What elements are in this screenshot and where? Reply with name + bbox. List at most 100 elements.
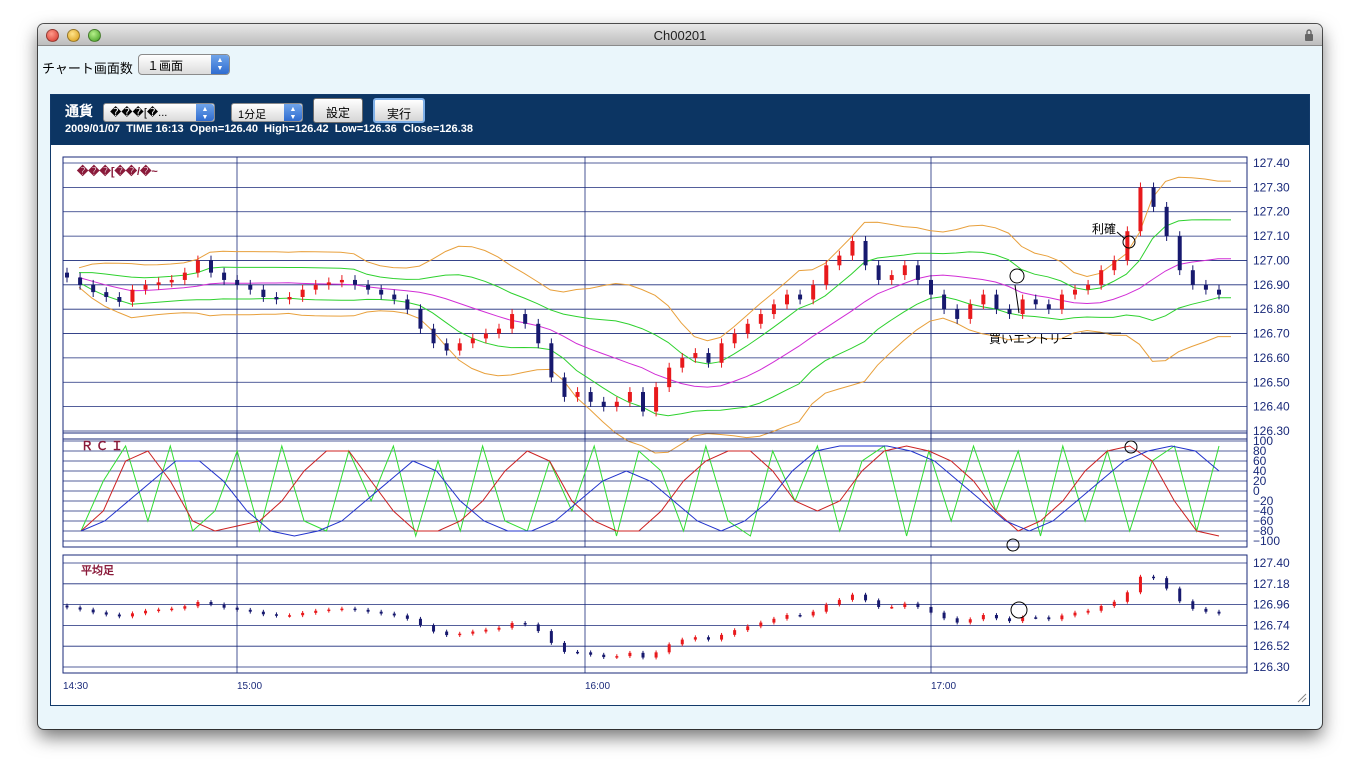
ha-candle [903, 603, 907, 607]
ha-tick-label: 127.18 [1253, 577, 1290, 591]
price-candle [1099, 270, 1104, 285]
ha-candle [968, 619, 972, 623]
chart-count-select[interactable]: １画面 ▲ ▼ [138, 54, 230, 75]
currency-label: 通貨 [65, 103, 93, 119]
app-window: Ch00201 チャート画面数 １画面 ▲ ▼ 通貨 ���[�... ▲ ▼ 1分… [38, 24, 1322, 729]
ha-candle [667, 644, 671, 653]
price-candle [300, 289, 305, 297]
price-candle [143, 284, 148, 290]
price-candle [1020, 299, 1025, 315]
price-candle [1033, 299, 1038, 305]
chevron-updown-icon: ▲ ▼ [211, 55, 229, 74]
ha-candle [104, 612, 108, 615]
price-candle [353, 279, 357, 285]
price-candle [955, 309, 960, 319]
ha-candle [877, 600, 881, 607]
rci-panel-title: ＲＣＩ [81, 439, 126, 453]
ohlc-info-line: 2009/01/07 TIME 16:13 Open=126.40 High=1… [65, 123, 473, 135]
price-candle [248, 284, 253, 290]
price-candle [1164, 206, 1169, 237]
ha-candle [1112, 601, 1116, 607]
ha-candle [1047, 617, 1051, 620]
ha-candle [733, 630, 737, 635]
ha-candle [379, 611, 383, 614]
price-tick-label: 126.90 [1253, 278, 1290, 292]
ha-candle [314, 610, 318, 613]
ha-candle [536, 624, 540, 632]
currency-select-value: ���[�... [110, 107, 168, 119]
price-candle [392, 294, 397, 300]
ha-candle [628, 652, 632, 657]
ha-candle [91, 609, 95, 613]
ha-tick-label: 126.52 [1253, 639, 1290, 653]
ha-candle [1217, 611, 1221, 614]
ha-candle [209, 602, 213, 605]
info-open: Open=126.40 [189, 123, 258, 135]
price-candle [981, 294, 986, 305]
timeframe-select[interactable]: 1分足 ▲ ▼ [231, 103, 303, 122]
ha-candle [366, 609, 370, 612]
ha-candle [785, 615, 789, 619]
info-time: TIME 16:13 [126, 123, 184, 135]
title-bar[interactable]: Ch00201 [38, 24, 1322, 46]
price-candle [1112, 260, 1117, 271]
chart-canvas[interactable]: 127.40 127.30 127.20 127.10 127.00 126.90 126.… [51, 145, 1309, 705]
ha-candle [418, 618, 422, 626]
price-candle [785, 294, 789, 305]
ha-candle [65, 605, 69, 608]
price-candle [994, 294, 999, 310]
ha-candle [680, 639, 684, 645]
price-tick-label: 126.40 [1253, 400, 1290, 414]
price-candle [182, 272, 187, 280]
ha-candle [157, 609, 161, 612]
ha-candle [1165, 578, 1169, 589]
price-tick-label: 126.70 [1253, 327, 1290, 341]
ha-candle [340, 608, 344, 611]
price-candle [771, 304, 776, 315]
price-candle [457, 343, 462, 351]
ha-candle [183, 606, 187, 609]
run-button[interactable]: 実行 [373, 98, 425, 123]
price-tick-label: 126.60 [1253, 351, 1290, 365]
price-candle [641, 392, 645, 412]
price-candle [261, 289, 266, 297]
ha-candle [981, 615, 985, 620]
info-date: 2009/01/07 [65, 123, 121, 135]
settings-button[interactable]: 設定 [313, 98, 363, 123]
ha-candle [170, 608, 174, 611]
price-candle [1177, 236, 1182, 271]
price-candle [536, 323, 541, 344]
price-candle [104, 292, 109, 297]
take-profit-arrow-icon [1116, 231, 1126, 240]
price-candle [431, 328, 436, 344]
chart-header: 通貨 ���[�... ▲ ▼ 1分足 ▲ ▼ 設定 実行 2009/01/07 T… [51, 95, 1309, 145]
price-candle [719, 343, 724, 363]
ha-candle [458, 633, 462, 636]
ha-candle [994, 615, 998, 619]
price-candle [339, 279, 344, 283]
moving-average-line [78, 258, 1231, 388]
resize-grip-icon[interactable] [1295, 691, 1307, 703]
price-candle [758, 314, 763, 324]
info-close: Close=126.38 [402, 123, 473, 135]
price-candle [627, 392, 632, 402]
ha-candle [942, 612, 946, 619]
ha-candle [235, 607, 239, 610]
ha-candle [890, 606, 894, 609]
ha-candle [117, 614, 121, 617]
rci-frame [62, 432, 1248, 548]
ha-candle [510, 623, 514, 628]
ha-candle [78, 607, 82, 610]
info-high: High=126.42 [264, 123, 329, 135]
chart-area[interactable]: 127.40 127.30 127.20 127.10 127.00 126.90 126.… [51, 145, 1309, 705]
price-candle [850, 240, 855, 256]
ha-candle [1034, 617, 1038, 619]
price-candle [575, 392, 580, 397]
ha-tick-label: 126.30 [1253, 660, 1290, 674]
price-candle [876, 265, 881, 280]
time-axis: 14:30 15:00 16:00 17:00 [63, 681, 956, 692]
ha-candle [798, 615, 802, 617]
price-candle [732, 333, 737, 344]
ha-candle [392, 613, 396, 616]
currency-select[interactable]: ���[�... ▲ ▼ [103, 103, 215, 122]
